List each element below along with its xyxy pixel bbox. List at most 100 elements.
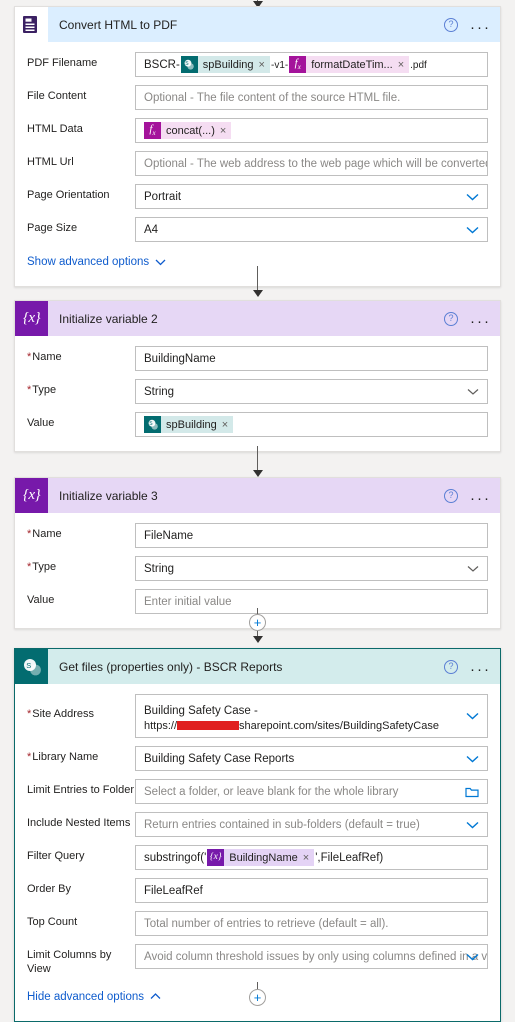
token-format-datetime[interactable]: fx formatDateTim... × (289, 56, 410, 73)
variable-value-input[interactable]: S spBuilding × (135, 412, 488, 437)
expression-icon: fx (289, 56, 307, 73)
html-data-input[interactable]: fx concat(...) × (135, 118, 488, 143)
chevron-down-icon[interactable] (466, 821, 479, 829)
chevron-down-icon[interactable] (466, 953, 479, 961)
chevron-down-icon[interactable] (466, 226, 479, 234)
chevron-down-icon[interactable] (466, 755, 479, 763)
token-sp-building[interactable]: S spBuilding × (180, 56, 270, 73)
field-row-html-data: HTML Data fx concat(...) × (27, 118, 488, 143)
field-label: *Type (27, 561, 57, 573)
token-building-name[interactable]: {x} BuildingName × (207, 849, 315, 866)
action-card-convert-html-to-pdf[interactable]: Convert HTML to PDF ? ··· PDF Filename B… (14, 6, 501, 287)
required-indicator: * (27, 561, 32, 573)
site-address-dropdown[interactable]: Building Safety Case - https:// sharepoin… (135, 694, 488, 738)
dropdown-value: Building Safety Case Reports (144, 752, 295, 765)
library-name-dropdown[interactable]: Building Safety Case Reports (135, 746, 488, 771)
more-commands-icon[interactable]: ··· (470, 314, 491, 329)
sharepoint-icon: S (15, 649, 48, 684)
help-icon[interactable]: ? (444, 488, 458, 503)
action-card-initialize-variable-2[interactable]: {x} Initialize variable 2 ? ··· *Name Bu… (14, 300, 501, 452)
field-label: *Name (27, 528, 62, 540)
site-url: https:// sharepoint.com/sites/BuildingSaf… (144, 720, 439, 732)
file-content-input[interactable]: Optional - The file content of the sourc… (135, 85, 488, 110)
chevron-down-icon[interactable] (467, 388, 479, 395)
field-label: Filter Query (27, 850, 85, 862)
card-header[interactable]: Convert HTML to PDF ? ··· (15, 7, 500, 42)
token-remove-icon[interactable]: × (220, 125, 226, 137)
card-body: *Name FileName *Type String Value Enter … (15, 513, 500, 628)
token-remove-icon[interactable]: × (303, 852, 309, 864)
chevron-down-icon[interactable] (467, 565, 479, 572)
token-remove-icon[interactable]: × (398, 59, 404, 71)
more-commands-icon[interactable]: ··· (470, 491, 491, 506)
limit-entries-to-folder-picker[interactable]: Select a folder, or leave blank for the … (135, 779, 488, 804)
hide-advanced-options-link[interactable]: Hide advanced options (27, 985, 161, 1015)
filter-query-input[interactable]: substringof(' {x} BuildingName × ',FileL… (135, 845, 488, 870)
token-remove-icon[interactable]: × (259, 59, 265, 71)
card-header-actions: ? ··· (444, 7, 491, 42)
token-concat[interactable]: fx concat(...) × (144, 122, 232, 139)
token-remove-icon[interactable]: × (222, 419, 228, 431)
variable-name-input[interactable]: FileName (135, 523, 488, 548)
variable-type-dropdown[interactable]: String (135, 556, 488, 581)
field-row-filter-query: Filter Query substringof(' {x} BuildingN… (27, 845, 488, 870)
field-row-library-name: *Library Name Building Safety Case Repor… (27, 746, 488, 771)
card-body: PDF Filename BSCR- S spBuilding × -v1- f… (15, 42, 500, 286)
field-placeholder: Total number of entries to retrieve (def… (144, 917, 389, 930)
card-header-actions: ? ··· (444, 649, 491, 684)
card-body: *Site Address Building Safety Case - htt… (15, 684, 500, 1021)
card-header[interactable]: {x} Initialize variable 2 ? ··· (15, 301, 500, 336)
limit-columns-by-view-dropdown[interactable]: Avoid column threshold issues by only us… (135, 944, 488, 969)
field-label: Limit Columns by View (27, 949, 112, 975)
field-row-variable-type: *Type String (27, 556, 488, 581)
card-header[interactable]: S Get files (properties only) - BSCR Rep… (15, 649, 500, 684)
field-placeholder: Enter initial value (144, 595, 232, 608)
page-size-dropdown[interactable]: A4 (135, 217, 488, 242)
token-sp-building[interactable]: S spBuilding × (144, 416, 234, 433)
url-prefix: https:// (144, 720, 178, 732)
variable-type-dropdown[interactable]: String (135, 379, 488, 404)
card-header-actions: ? ··· (444, 478, 491, 513)
field-row-page-size: Page Size A4 (27, 217, 488, 242)
help-icon[interactable]: ? (444, 659, 458, 674)
chevron-down-icon[interactable] (466, 193, 479, 201)
token-label: BuildingName (229, 851, 298, 864)
variable-icon: {x} (15, 301, 48, 336)
field-row-variable-value: Value S spBuilding × (27, 412, 488, 437)
field-row-variable-name: *Name BuildingName (27, 346, 488, 371)
top-count-input[interactable]: Total number of entries to retrieve (def… (135, 911, 488, 936)
show-advanced-options-link[interactable]: Show advanced options (27, 250, 166, 280)
pdf-filename-input[interactable]: BSCR- S spBuilding × -v1- fx formatDateT… (135, 52, 488, 77)
variable-name-input[interactable]: BuildingName (135, 346, 488, 371)
card-header[interactable]: {x} Initialize variable 3 ? ··· (15, 478, 500, 513)
action-card-initialize-variable-3[interactable]: {x} Initialize variable 3 ? ··· *Name Fi… (14, 477, 501, 629)
html-url-input[interactable]: Optional - The web address to the web pa… (135, 151, 488, 176)
more-commands-icon[interactable]: ··· (470, 662, 491, 677)
pdf-printer-icon (15, 7, 48, 42)
field-label: *Type (27, 384, 57, 396)
help-icon[interactable]: ? (444, 17, 458, 32)
insert-new-step-button[interactable]: + (249, 614, 266, 631)
dropdown-value: A4 (144, 223, 159, 236)
dropdown-value: Portrait (144, 190, 182, 203)
card-title: Initialize variable 3 (59, 488, 158, 503)
field-placeholder: Optional - The file content of the sourc… (144, 91, 401, 104)
field-row-order-by: Order By FileLeafRef (27, 878, 488, 903)
folder-icon[interactable] (465, 786, 479, 798)
token-label: spBuilding (202, 58, 254, 71)
svg-text:S: S (26, 661, 31, 670)
action-card-get-files-properties-only[interactable]: S Get files (properties only) - BSCR Rep… (14, 648, 501, 1022)
help-icon[interactable]: ? (444, 311, 458, 326)
variable-value-input[interactable]: Enter initial value (135, 589, 488, 614)
include-nested-items-dropdown[interactable]: Return entries contained in sub-folders … (135, 812, 488, 837)
static-text-prefix: BSCR- (144, 58, 180, 71)
chevron-down-icon[interactable] (466, 712, 479, 720)
insert-new-step-button[interactable]: + (249, 989, 266, 1006)
required-indicator: * (27, 751, 32, 763)
field-value: FileName (144, 529, 194, 542)
page-orientation-dropdown[interactable]: Portrait (135, 184, 488, 209)
field-label: *Site Address (27, 708, 95, 720)
more-commands-icon[interactable]: ··· (470, 20, 491, 35)
order-by-input[interactable]: FileLeafRef (135, 878, 488, 903)
dropdown-value: String (144, 562, 175, 575)
